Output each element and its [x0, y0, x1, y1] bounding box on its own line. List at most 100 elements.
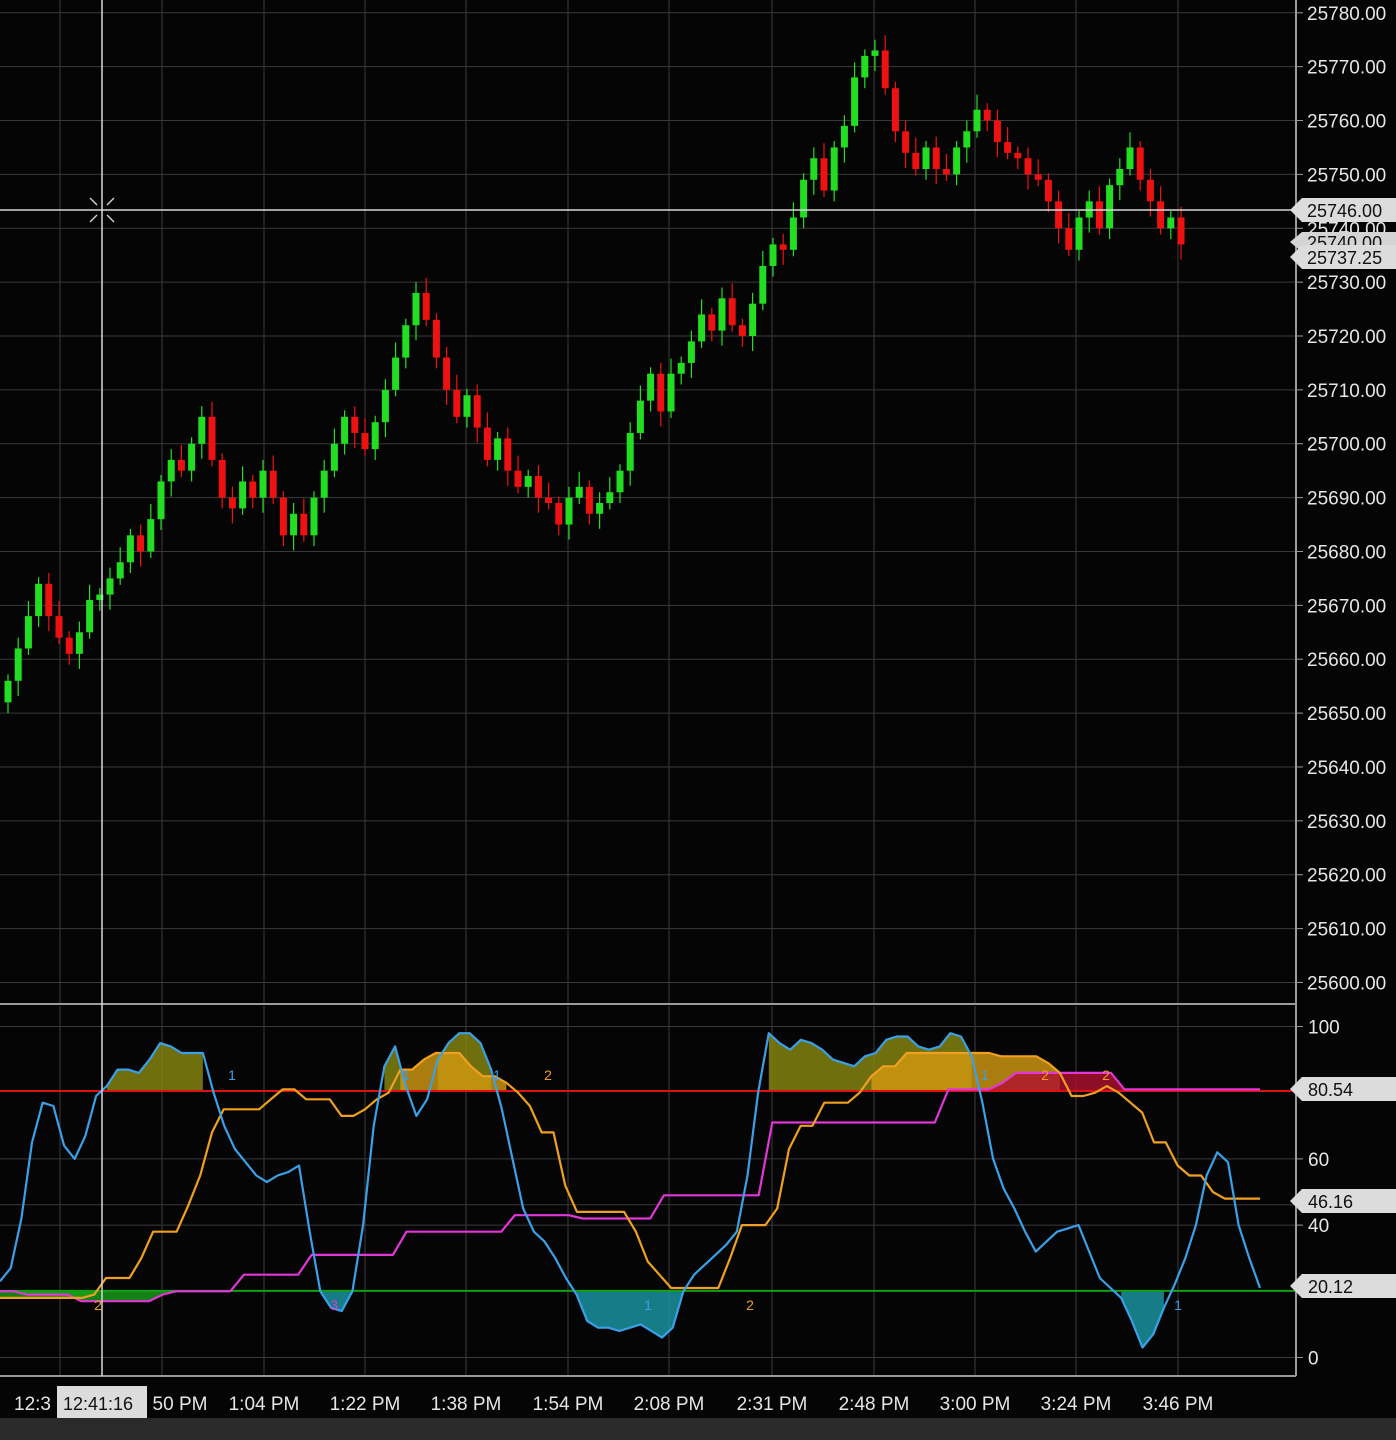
candle-body [1024, 158, 1032, 175]
candle-body [922, 147, 930, 169]
candle-body [993, 120, 1001, 143]
candle-body [198, 416, 206, 444]
osc-tick-label: 60 [1308, 1150, 1329, 1171]
candle-body [412, 292, 420, 326]
time-tick-label: 2:31 PM [737, 1394, 808, 1415]
time-tick-label: 3:24 PM [1041, 1394, 1112, 1415]
candle-body [810, 158, 818, 180]
price-tick-label: 25670.00 [1307, 596, 1386, 617]
candle-body [157, 481, 165, 520]
price-tick-label: 25710.00 [1307, 381, 1386, 402]
candle-body [912, 152, 920, 169]
candle-body [759, 265, 767, 304]
time-tick-label: 1:04 PM [229, 1394, 300, 1415]
price-tick-label: 25650.00 [1307, 704, 1386, 725]
candle-body [514, 470, 522, 487]
candle-body [341, 416, 349, 444]
candle-body [137, 535, 145, 552]
candle-body [1106, 185, 1114, 229]
candle-body [953, 147, 961, 175]
candle-body [728, 298, 736, 326]
time-tick-label: 2:48 PM [839, 1394, 910, 1415]
candle-body [626, 432, 634, 471]
candle-body [820, 158, 828, 191]
candle-body [177, 459, 185, 471]
time-tick-label: 50 PM [153, 1394, 208, 1415]
candle-body [126, 535, 134, 563]
candle-body [1157, 201, 1165, 229]
candle-body [983, 109, 991, 121]
candle-body [596, 503, 604, 514]
price-tick-label: 25770.00 [1307, 58, 1386, 79]
candle-body [351, 416, 359, 433]
peak-label: 1 [1174, 1297, 1182, 1313]
price-tick-label: 25700.00 [1307, 435, 1386, 456]
candle-body [616, 470, 624, 493]
candle-body [249, 481, 257, 498]
candle-body [147, 519, 155, 552]
candle-body [218, 459, 226, 498]
candle-body [963, 131, 971, 148]
peak-label: 2 [94, 1297, 102, 1313]
candle-body [871, 50, 879, 56]
candle-body [840, 125, 848, 148]
price-tick-label: 25680.00 [1307, 542, 1386, 563]
candle-body [208, 416, 216, 460]
candle-body [891, 88, 899, 132]
candle-body [4, 680, 12, 703]
trading-chart[interactable]: 1 3 1 1 2 1 2 1 2 2 1 2 25600.00 25610.00 25620.00 256… [0, 0, 1396, 1440]
candle-body [585, 486, 593, 514]
candle-body [606, 492, 614, 503]
candle-body [422, 292, 430, 320]
candle-body [330, 443, 338, 471]
candle-body [636, 400, 644, 433]
candle-body [575, 486, 583, 498]
crosshair-time-tag-text: 12:41:16 [63, 1394, 133, 1414]
candle-body [483, 427, 491, 460]
last-price-tag-text: 25737.25 [1307, 248, 1382, 268]
candle-body [55, 616, 63, 638]
candle-body [290, 513, 298, 536]
price-tick-label: 25620.00 [1307, 866, 1386, 887]
candle-body [698, 314, 706, 342]
candle-body [902, 131, 910, 153]
time-tick-label: 1:38 PM [431, 1394, 502, 1415]
peak-label: 2 [544, 1067, 552, 1083]
candle-body [361, 432, 369, 450]
candle-body [269, 470, 277, 498]
candle-body [453, 389, 461, 417]
candle-body [545, 497, 553, 503]
middle-level-tag-text: 46.16 [1308, 1192, 1353, 1212]
candle-body [769, 244, 777, 266]
candle-body [677, 362, 685, 374]
candle-body [239, 481, 247, 509]
price-tick-label: 25660.00 [1307, 650, 1386, 671]
candle-body [708, 314, 716, 331]
candle-body [1004, 142, 1012, 153]
time-tick-label: 2:08 PM [634, 1394, 705, 1415]
candle-body [830, 147, 838, 191]
price-tick-label: 25640.00 [1307, 758, 1386, 779]
candle-body [667, 373, 675, 412]
candle-body [565, 497, 573, 525]
osc-tick-label: 100 [1308, 1018, 1340, 1039]
candle-body [14, 648, 22, 681]
candle-body [1116, 169, 1124, 186]
horizontal-scrollbar[interactable] [0, 1418, 1396, 1440]
osc-tick-label: 40 [1308, 1216, 1329, 1237]
candle-body [392, 357, 400, 390]
candle-body [35, 583, 43, 617]
candle-body [381, 389, 389, 423]
osc-tick-label: 0 [1308, 1348, 1319, 1369]
candle-body [75, 632, 83, 654]
candle-body [279, 497, 287, 536]
candle-body [24, 616, 32, 649]
candle-body [167, 459, 175, 482]
candle-body [1095, 201, 1103, 229]
time-tick-label: 12:3 [14, 1394, 51, 1415]
candle-body [494, 438, 502, 460]
candle-body [65, 637, 73, 654]
candle-body [1136, 147, 1144, 180]
candle-body [881, 50, 889, 89]
candle-body [432, 319, 440, 358]
